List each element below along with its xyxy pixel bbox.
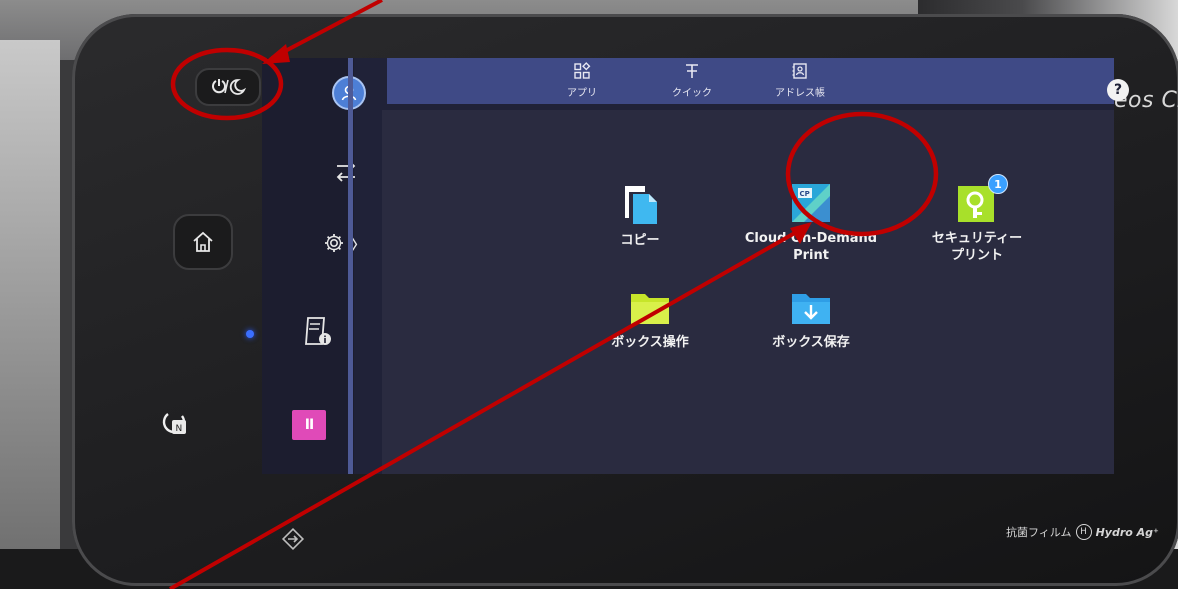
touch-screen: 〉 II アプリ クイック アドレス帳 ? コピー CP Cloud On-De… xyxy=(262,58,1129,474)
job-status-button[interactable] xyxy=(302,314,336,348)
job-info-icon xyxy=(305,317,331,345)
swap-button[interactable] xyxy=(332,158,360,186)
screen-sidebar: 〉 II xyxy=(262,58,369,474)
apps-grid-icon xyxy=(574,62,591,79)
app-security-label: セキュリティー プリント xyxy=(931,231,1023,263)
notification-badge: 1 xyxy=(988,174,1008,194)
swap-arrows-icon xyxy=(336,161,356,182)
app-security-print[interactable]: 1 セキュリティー プリント xyxy=(912,174,1042,264)
app-box-operation[interactable]: ボックス操作 xyxy=(590,286,710,351)
app-box-save-label: ボックス保存 xyxy=(772,335,850,350)
app-cloud-label: Cloud On-Demand Print xyxy=(744,231,878,263)
tab-address-label: アドレス帳 xyxy=(775,88,825,99)
app-copy[interactable]: コピー xyxy=(590,184,690,249)
tab-bar: アプリ クイック アドレス帳 ? xyxy=(387,58,1129,104)
power-sleep-button[interactable] xyxy=(195,68,261,106)
tab-address-book[interactable]: アドレス帳 xyxy=(755,60,845,102)
home-button[interactable] xyxy=(173,214,233,270)
copy-icon xyxy=(619,184,661,226)
address-book-icon xyxy=(792,63,807,79)
settings-button[interactable]: 〉 xyxy=(316,228,376,258)
help-button[interactable]: ? xyxy=(1107,79,1129,101)
app-copy-label: コピー xyxy=(620,233,660,248)
home-icon xyxy=(193,231,213,252)
sidebar-divider xyxy=(348,58,353,474)
secure-print-icon: 1 xyxy=(956,174,1008,224)
antibacterial-film-label: 抗菌フィルム H Hydro Ag⁺ xyxy=(1006,524,1159,540)
cloud-print-icon-text: CP xyxy=(800,190,810,198)
gear-icon xyxy=(325,234,343,252)
nfc-reader-icon: N xyxy=(160,408,190,438)
box-save-icon xyxy=(790,286,832,328)
pause-button[interactable]: II xyxy=(292,410,326,440)
pin-icon xyxy=(686,64,698,78)
app-cloud-on-demand-print[interactable]: CP Cloud On-Demand Print xyxy=(736,182,886,264)
tab-apps-label: アプリ xyxy=(567,88,597,99)
status-led xyxy=(246,330,254,338)
tab-quick[interactable]: クイック xyxy=(647,60,737,102)
app-box-operation-label: ボックス操作 xyxy=(611,335,689,350)
folder-icon xyxy=(629,286,671,328)
tab-quick-label: クイック xyxy=(672,88,712,99)
cloud-print-icon: CP xyxy=(790,182,832,224)
svg-text:N: N xyxy=(176,424,183,434)
tab-apps[interactable]: アプリ xyxy=(537,60,627,102)
bezel-arrow-icon xyxy=(280,526,306,552)
film-brand-text: Hydro Ag⁺ xyxy=(1095,525,1159,539)
film-label-text: 抗菌フィルム xyxy=(1006,526,1072,539)
app-box-save[interactable]: ボックス保存 xyxy=(746,286,876,351)
power-sleep-icon xyxy=(212,79,247,95)
film-logo-circle: H xyxy=(1075,524,1092,540)
app-grid: コピー CP Cloud On-Demand Print 1 セキュリティー プ… xyxy=(382,110,1114,474)
background-left xyxy=(0,40,60,589)
